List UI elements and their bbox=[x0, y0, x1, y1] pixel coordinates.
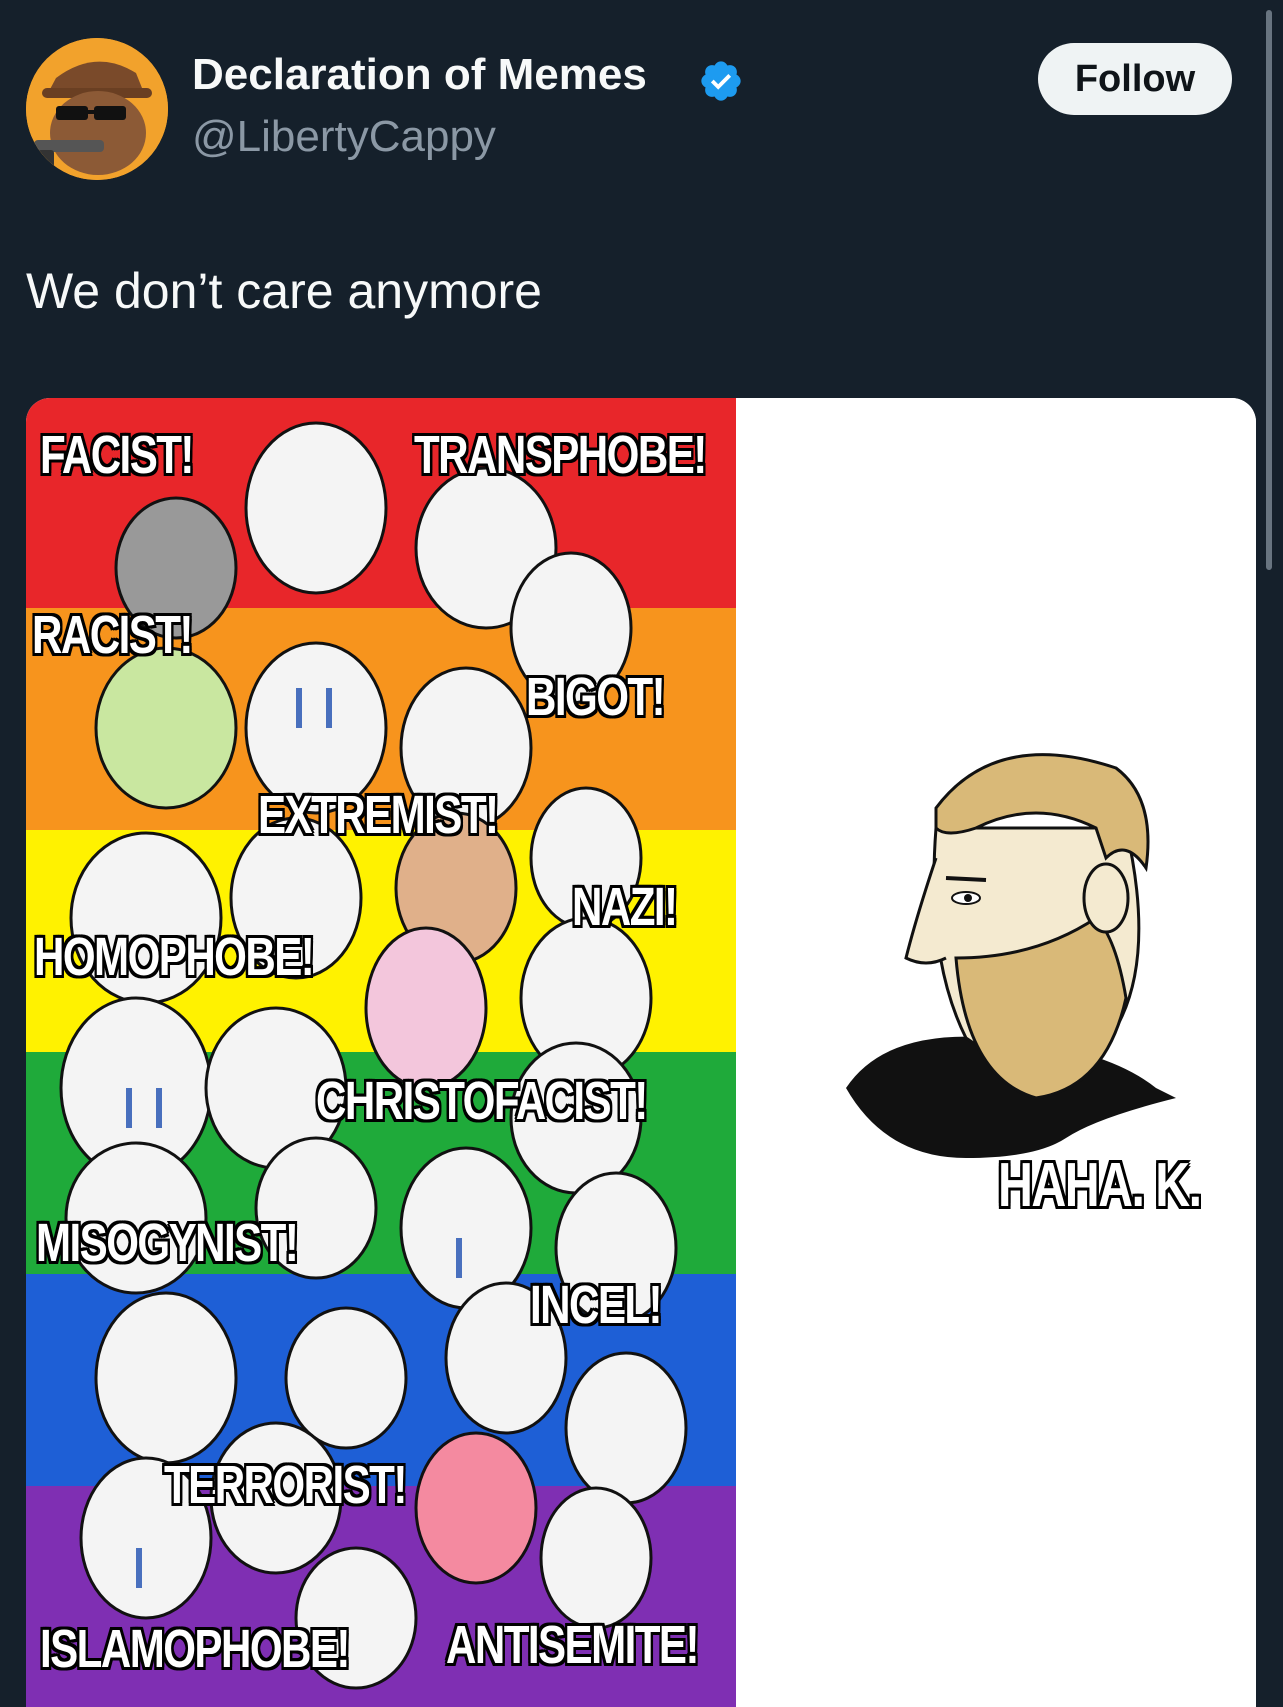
follow-button[interactable]: Follow bbox=[1038, 43, 1232, 115]
label-terrorist: TERRORIST! bbox=[164, 1455, 407, 1515]
label-bigot: BIGOT! bbox=[526, 667, 666, 727]
bearded-man-illustration bbox=[846, 753, 1176, 1158]
label-haha-k: HAHA. K. bbox=[998, 1151, 1202, 1220]
capybara-avatar-icon bbox=[26, 38, 168, 180]
label-transphobe: TRANSPHOBE! bbox=[414, 425, 707, 485]
label-racist: RACIST! bbox=[32, 605, 193, 665]
tweet-header: Declaration of Memes @LibertyCappy Follo… bbox=[0, 0, 1283, 200]
account-handle[interactable]: @LibertyCappy bbox=[192, 112, 496, 162]
label-antisemite: ANTISEMITE! bbox=[446, 1615, 700, 1675]
label-christofacist: CHRISTOFACIST! bbox=[316, 1071, 648, 1131]
label-incel: INCEL! bbox=[530, 1275, 663, 1335]
scrollbar[interactable] bbox=[1266, 10, 1272, 570]
label-nazi: NAZI! bbox=[572, 877, 678, 937]
label-homophobe: HOMOPHOBE! bbox=[34, 927, 315, 987]
chad-panel bbox=[736, 398, 1256, 1707]
tweet-text: We don’t care anymore bbox=[26, 263, 542, 319]
label-misogynist: MISOGYNIST! bbox=[36, 1213, 299, 1273]
verified-badge-icon bbox=[701, 61, 741, 101]
rainbow-crowd-panel: FACIST! TRANSPHOBE! RACIST! BIGOT! EXTRE… bbox=[26, 398, 736, 1707]
label-extremist: EXTREMIST! bbox=[258, 785, 499, 845]
label-facist: FACIST! bbox=[40, 425, 194, 485]
account-name[interactable]: Declaration of Memes bbox=[192, 50, 647, 100]
tweet-image[interactable]: FACIST! TRANSPHOBE! RACIST! BIGOT! EXTRE… bbox=[26, 398, 1256, 1707]
label-islamophobe: ISLAMOPHOBE! bbox=[40, 1619, 350, 1679]
avatar[interactable] bbox=[26, 38, 168, 180]
